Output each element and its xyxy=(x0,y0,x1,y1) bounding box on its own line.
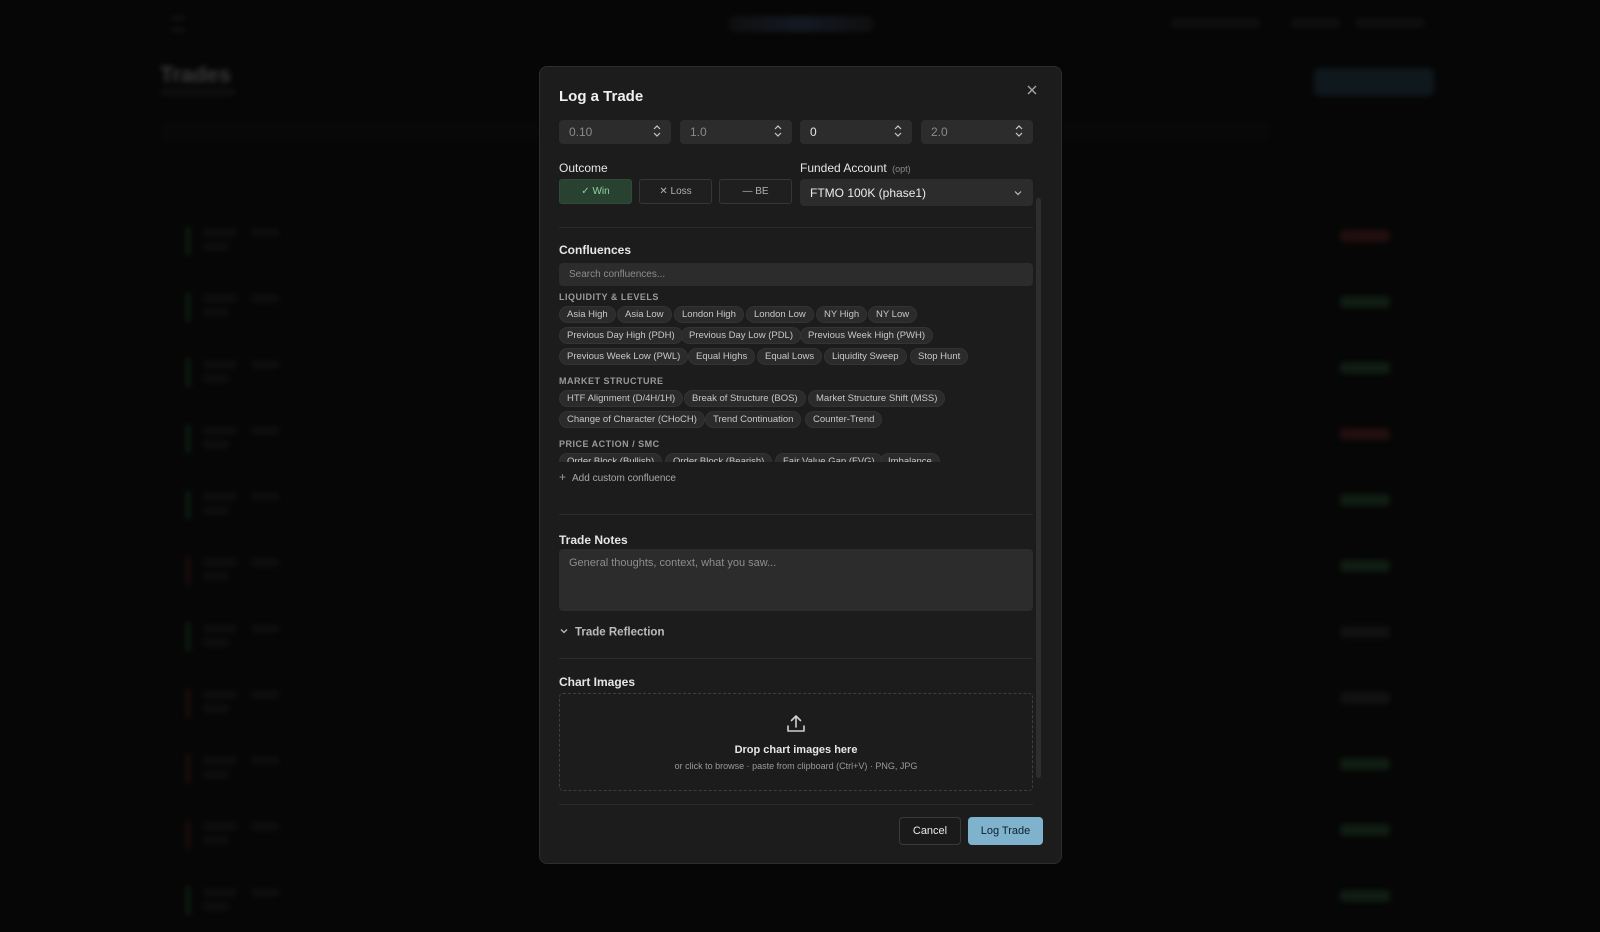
outcome-label: Outcome xyxy=(559,161,608,175)
confluence-search-input[interactable]: Search confluences... xyxy=(559,263,1033,286)
divider xyxy=(559,227,1033,228)
stepper-icon[interactable] xyxy=(774,124,782,138)
funded-account-label-text: Funded Account xyxy=(800,161,887,175)
cancel-button[interactable]: Cancel xyxy=(899,817,961,845)
chip-equal-highs[interactable]: Equal Highs xyxy=(688,348,756,365)
chip-mss[interactable]: Market Structure Shift (MSS) xyxy=(808,390,946,407)
chip-london-low[interactable]: London Low xyxy=(746,306,814,323)
number-field-value: 2.0 xyxy=(931,125,948,139)
chip-order-block-bearish[interactable]: Order Block (Bearish) xyxy=(665,453,773,462)
chip-choch[interactable]: Change of Character (CHoCH) xyxy=(559,411,705,428)
chip-ny-high[interactable]: NY High xyxy=(816,306,868,323)
category-market-structure: MARKET STRUCTURE xyxy=(559,376,664,386)
chevron-down-icon xyxy=(559,626,569,639)
dropzone-title: Drop chart images here xyxy=(734,744,858,756)
close-icon xyxy=(1027,85,1037,95)
add-custom-confluence-button[interactable]: + Add custom confluence xyxy=(559,470,676,484)
chip-asia-low[interactable]: Asia Low xyxy=(617,306,672,323)
chip-ny-low[interactable]: NY Low xyxy=(868,306,918,323)
funded-account-value: FTMO 100K (phase1) xyxy=(810,186,927,200)
stepper-icon[interactable] xyxy=(653,124,661,138)
chip-fvg[interactable]: Fair Value Gap (FVG) xyxy=(775,453,883,462)
log-trade-button[interactable]: Log Trade xyxy=(968,817,1043,845)
funded-account-label: Funded Account (opt) xyxy=(800,161,911,175)
chip-equal-lows[interactable]: Equal Lows xyxy=(757,348,823,365)
funded-account-select[interactable]: FTMO 100K (phase1) xyxy=(800,179,1033,206)
chip-pdl[interactable]: Previous Day Low (PDL) xyxy=(681,327,802,344)
optional-tag: (opt) xyxy=(892,164,911,174)
chip-stop-hunt[interactable]: Stop Hunt xyxy=(910,348,969,365)
divider xyxy=(559,514,1033,515)
number-field-value: 0 xyxy=(810,125,817,139)
add-custom-label: Add custom confluence xyxy=(572,473,676,484)
close-button[interactable] xyxy=(1023,81,1041,99)
search-placeholder: Search confluences... xyxy=(569,269,666,280)
number-field-value: 1.0 xyxy=(690,125,707,139)
chip-pdh[interactable]: Previous Day High (PDH) xyxy=(559,327,683,344)
chip-trend-continuation[interactable]: Trend Continuation xyxy=(705,411,802,428)
category-price-action-smc: PRICE ACTION / SMC xyxy=(559,439,660,449)
chip-liquidity-sweep[interactable]: Liquidity Sweep xyxy=(824,348,907,365)
outcome-loss-button[interactable]: ✕ Loss xyxy=(639,179,712,204)
number-field-4[interactable]: 2.0 xyxy=(921,120,1033,144)
divider xyxy=(559,658,1033,659)
chip-htf-alignment[interactable]: HTF Alignment (D/4H/1H) xyxy=(559,390,684,407)
chip-asia-high[interactable]: Asia High xyxy=(559,306,616,323)
dropzone-subtitle: or click to browse · paste from clipboar… xyxy=(674,761,918,771)
plus-icon: + xyxy=(559,470,567,484)
divider xyxy=(559,804,1033,805)
chip-pwh[interactable]: Previous Week High (PWH) xyxy=(800,327,934,344)
chart-images-title: Chart Images xyxy=(559,675,636,689)
chip-imbalance[interactable]: Imbalance xyxy=(880,453,940,462)
trade-reflection-toggle[interactable]: Trade Reflection xyxy=(559,626,664,639)
trade-reflection-label: Trade Reflection xyxy=(575,626,665,639)
confluences-title: Confluences xyxy=(559,243,632,257)
chip-counter-trend[interactable]: Counter-Trend xyxy=(805,411,883,428)
modal-title: Log a Trade xyxy=(559,88,644,105)
confluence-list: LIQUIDITY & LEVELS Asia High Asia Low Lo… xyxy=(559,290,1033,462)
number-field-value: 0.10 xyxy=(569,125,593,139)
number-field-2[interactable]: 1.0 xyxy=(680,120,792,144)
outcome-win-button[interactable]: ✓ Win xyxy=(559,179,632,204)
number-field-1[interactable]: 0.10 xyxy=(559,120,671,144)
category-liquidity-levels: LIQUIDITY & LEVELS xyxy=(559,292,659,302)
stepper-icon[interactable] xyxy=(1015,124,1023,138)
chip-order-block-bullish[interactable]: Order Block (Bullish) xyxy=(559,453,663,462)
outcome-be-button[interactable]: — BE xyxy=(719,179,792,204)
stepper-icon[interactable] xyxy=(894,124,902,138)
chip-bos[interactable]: Break of Structure (BOS) xyxy=(684,390,806,407)
chip-pwl[interactable]: Previous Week Low (PWL) xyxy=(559,348,689,365)
trade-notes-textarea[interactable]: General thoughts, context, what you saw.… xyxy=(559,549,1033,611)
trade-notes-title: Trade Notes xyxy=(559,533,628,547)
upload-icon xyxy=(785,713,807,740)
number-field-3[interactable]: 0 xyxy=(800,120,912,144)
chip-london-high[interactable]: London High xyxy=(674,306,744,323)
chevron-down-icon xyxy=(1013,187,1023,201)
modal-scrollbar[interactable] xyxy=(1036,198,1041,778)
chart-image-dropzone[interactable]: Drop chart images here or click to brows… xyxy=(559,693,1033,791)
log-trade-modal: Log a Trade 0.10 1.0 0 2.0 Outcome ✓ Win… xyxy=(539,66,1062,864)
notes-placeholder: General thoughts, context, what you saw.… xyxy=(569,557,777,569)
